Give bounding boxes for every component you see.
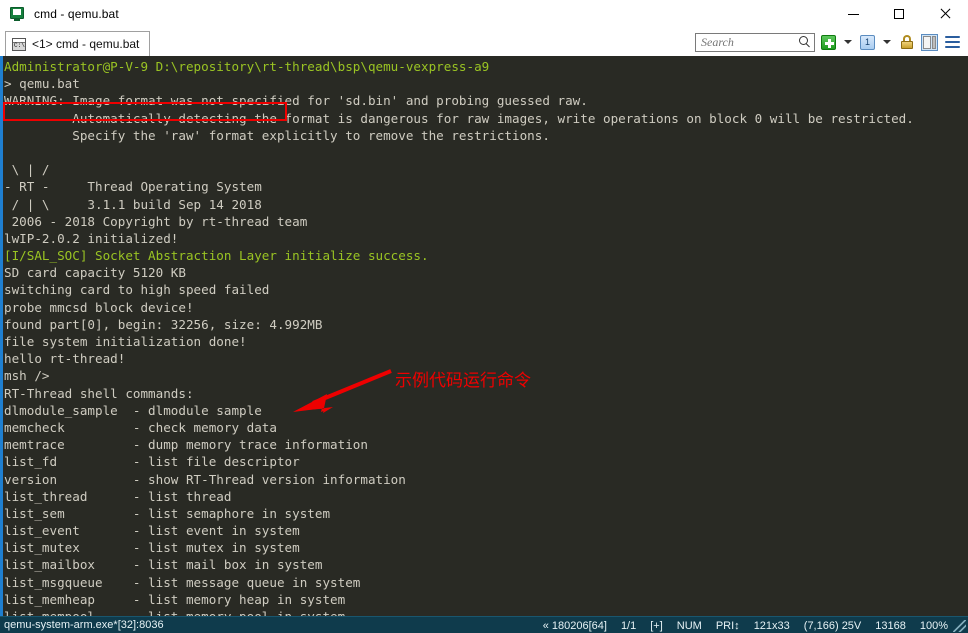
terminal-line: found part[0], begin: 32256, size: 4.992… [4,316,323,332]
session-number-icon: 1 [860,34,875,50]
status-plus: [+] [650,619,663,632]
terminal-line: WARNING: Image format was not specified … [4,93,588,109]
status-build: « 180206[64] [542,619,607,632]
terminal-line: list_sem - list semaphore in system [4,505,331,521]
terminal-line: / | \ 3.1.1 build Sep 14 2018 [4,196,262,212]
new-tab-button[interactable] [819,33,838,52]
terminal-pane[interactable]: Administrator@P-V-9 D:\repository\rt-thr… [0,56,968,616]
terminal-line: list_event - list event in system [4,523,300,539]
status-cursor: (7,166) 25V [803,619,862,632]
terminal-line: Specify the 'raw' format explicitly to r… [4,127,550,143]
search-input[interactable] [701,34,799,50]
status-numlock: NUM [676,619,702,632]
close-icon [939,8,951,20]
terminal-line: list_msgqueue - list message queue in sy… [4,574,361,590]
toolbar: 1 [695,30,962,54]
terminal-line: list_fd - list file descriptor [4,454,300,470]
terminal-line: \ | / [4,162,50,178]
terminal-line: probe mmcsd block device! [4,299,194,315]
search-icon[interactable] [799,36,811,48]
new-tab-dropdown[interactable] [842,33,854,52]
terminal-line: list_mutex - list mutex in system [4,540,300,556]
terminal-line: [I/SAL_SOC] Socket Abstraction Layer ini… [4,248,429,264]
close-button[interactable] [922,0,968,28]
terminal-line: Administrator@P-V-9 D:\repository\rt-thr… [4,59,490,74]
split-pane-button[interactable] [920,33,939,52]
maximize-icon [894,9,904,19]
terminal-line: file system initialization done! [4,334,247,349]
terminal-line: memcheck - check memory data [4,419,277,435]
status-pages: 1/1 [620,619,637,632]
terminal-line: dlmodule_sample - dlmodule sample [4,402,262,418]
search-box[interactable] [695,32,815,52]
terminal-line: Automatically detecting the format is da… [4,110,914,126]
status-size: 121x33 [753,619,790,632]
minimize-icon [847,13,859,15]
tab-cmd-qemu[interactable]: <1> cmd - qemu.bat [5,31,151,56]
terminal-line: lwIP-2.0.2 initialized! [4,230,179,246]
terminal-app-window: cmd - qemu.bat <1> cmd - qemu.bat 1 [0,0,968,633]
window-title: cmd - qemu.bat [34,7,119,21]
tab-bar: <1> cmd - qemu.bat 1 [0,28,968,56]
terminal-line: - RT - Thread Operating System [4,179,262,195]
chevron-down-icon [883,40,891,44]
terminal-line: > qemu.bat [4,76,80,92]
terminal-line: switching card to high speed failed [4,282,270,298]
session-dropdown[interactable] [881,33,893,52]
terminal-line: RT-Thread shell commands: [4,385,194,401]
resize-grip[interactable] [953,620,966,632]
terminal-line: list_memheap - list memory heap in syste… [4,591,346,607]
window-controls [830,0,968,28]
terminal-line: list_mailbox - list mail box in system [4,557,323,573]
console-app-icon [10,6,26,22]
status-priority: PRI↕ [715,619,740,632]
terminal-line: version - show RT-Thread version informa… [4,471,406,487]
terminal-line: msh /> [4,368,50,384]
split-pane-icon [921,33,938,51]
lock-button[interactable] [897,33,916,52]
terminal-line: list_mempool - list memory pool in syste… [4,608,968,616]
status-process: qemu-system-arm.exe*[32]:8036 [4,619,164,631]
status-bar: qemu-system-arm.exe*[32]:8036 « 180206[6… [0,616,968,633]
chevron-down-icon [844,40,852,44]
session-number-button[interactable]: 1 [858,33,877,52]
menu-button[interactable] [943,33,962,52]
hamburger-menu-icon [945,36,960,48]
terminal-line: memtrace - dump memory trace information [4,437,368,453]
status-zoom: 100% [919,619,948,632]
plus-icon [821,34,836,50]
terminal-line: hello rt-thread! [4,351,126,367]
lock-icon [900,34,914,50]
status-lines: 13168 [875,619,906,632]
maximize-button[interactable] [876,0,922,28]
terminal-line: list_thread - list thread [4,488,232,504]
terminal-output[interactable]: Administrator@P-V-9 D:\repository\rt-thr… [3,56,968,616]
terminal-line: SD card capacity 5120 KB [4,265,186,281]
window-title-bar: cmd - qemu.bat [0,0,968,28]
minimize-button[interactable] [830,0,876,28]
terminal-line: 2006 - 2018 Copyright by rt-thread team [4,213,308,229]
cmd-window-icon [12,37,26,51]
tab-label: <1> cmd - qemu.bat [32,37,140,51]
